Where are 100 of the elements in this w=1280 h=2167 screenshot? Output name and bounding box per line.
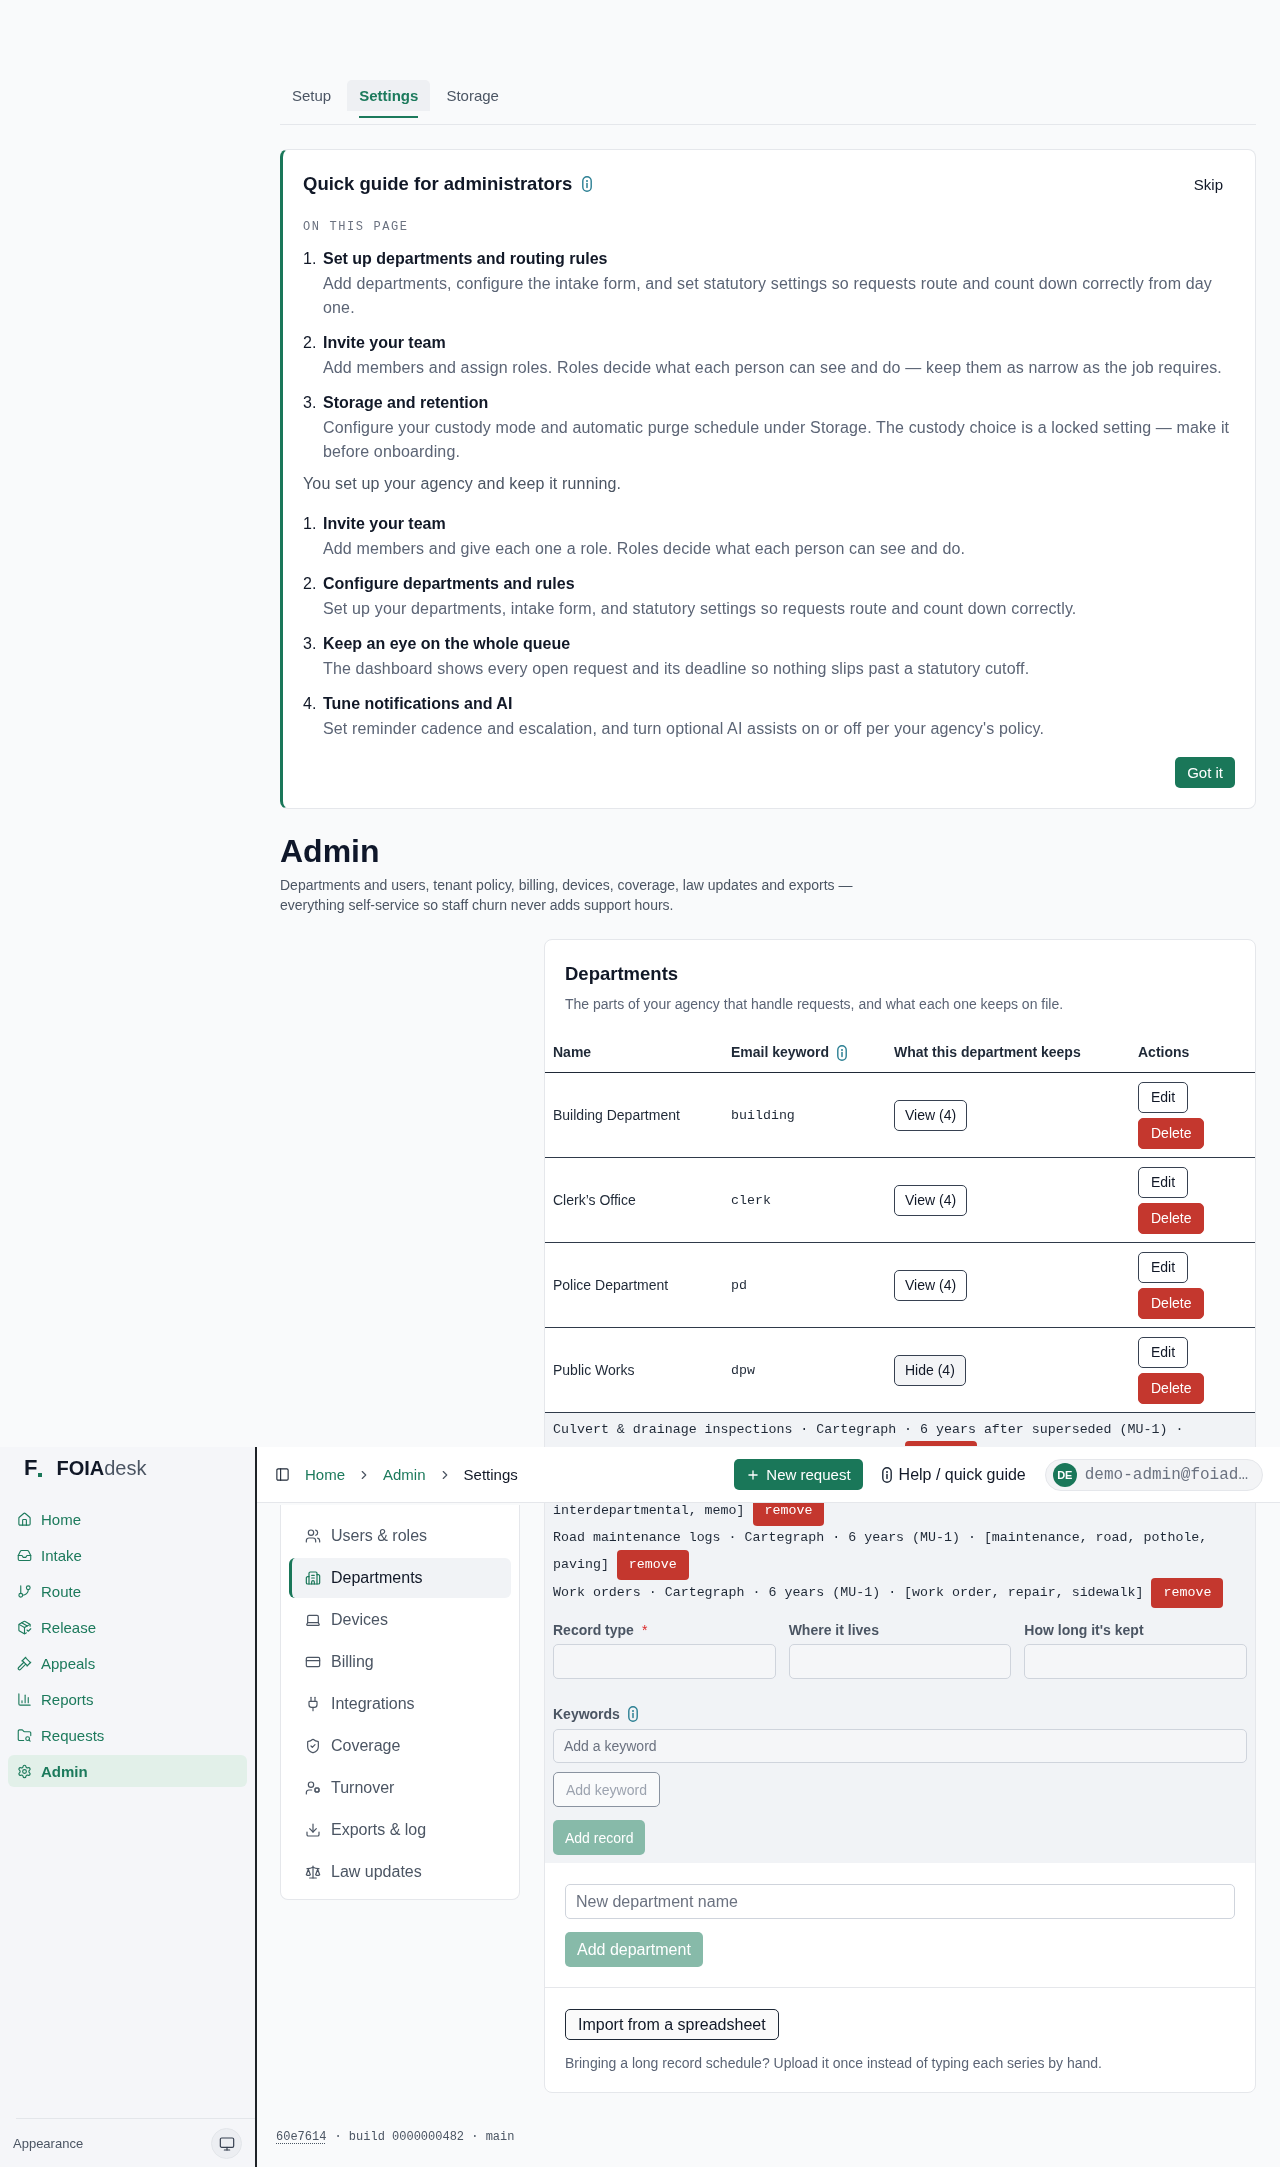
delete-button[interactable]: Delete <box>1138 1372 1205 1404</box>
sidebar-nav-item[interactable]: Requests <box>8 1719 247 1751</box>
records-toggle-button[interactable]: View (4) <box>894 1269 968 1301</box>
records-toggle-button[interactable]: Hide (4) <box>894 1354 966 1386</box>
sidebar-nav-item[interactable]: Admin <box>8 1755 247 1787</box>
user-avatar: DE <box>1052 1462 1077 1487</box>
settings-nav-item[interactable]: Departments <box>289 1558 511 1598</box>
settings-nav-item[interactable]: Coverage <box>289 1726 511 1766</box>
delete-button[interactable]: Delete <box>1138 1287 1205 1319</box>
info-icon <box>881 1466 892 1483</box>
step-description: Set up your departments, intake form, and statutory settings so requests route and count down correctly. <box>323 599 1078 619</box>
sidebar-nav-item[interactable]: Release <box>8 1611 247 1643</box>
breadcrumb-link[interactable]: Home <box>305 1466 345 1483</box>
input-field[interactable] <box>1024 1644 1247 1679</box>
skip-button[interactable]: Skip <box>1181 171 1235 197</box>
settings-nav-item[interactable]: Devices <box>289 1600 511 1640</box>
page-description: Departments and users, tenant policy, billing, devices, coverage, law updates and exports — everything self-service so staff churn never adds support hours. <box>280 876 854 915</box>
box-check-icon <box>17 1619 32 1635</box>
brand-mark: F <box>24 1457 43 1479</box>
sidebar-nav-item[interactable]: Intake <box>8 1539 247 1571</box>
settings-nav-item[interactable]: Billing <box>289 1642 511 1682</box>
input-field[interactable] <box>553 1644 776 1679</box>
step-title: Tune notifications and AI <box>323 694 514 714</box>
delete-button[interactable]: Delete <box>1138 1202 1205 1234</box>
department-name: Police Department <box>552 1277 670 1293</box>
import-button[interactable]: Import from a spreadsheet <box>565 2009 779 2040</box>
guide-title: Quick guide for administrators <box>303 172 573 196</box>
commit-link[interactable]: 60e7614 <box>276 2129 327 2145</box>
edit-button[interactable]: Edit <box>1138 1081 1189 1113</box>
tab[interactable]: Settings <box>347 80 431 118</box>
info-icon <box>627 1706 638 1722</box>
settings-nav-item[interactable]: Exports & log <box>289 1810 511 1850</box>
theme-button[interactable] <box>211 2128 242 2159</box>
bar-chart-icon <box>17 1691 32 1707</box>
required-mark: * <box>641 1621 648 1640</box>
step-description: Add members and give each one a role. Roles decide what each person can see and do. <box>323 539 967 559</box>
record-text: paving] <box>553 1557 609 1573</box>
card-title: Departments <box>565 962 680 986</box>
record-text: interdepartmental, memo] <box>553 1503 745 1519</box>
sidebar-toggle-button[interactable] <box>275 1467 290 1482</box>
field-label: Keywords <box>553 1705 620 1724</box>
gavel-icon <box>17 1655 32 1671</box>
tab[interactable]: Storage <box>434 80 511 118</box>
brand-name: FOIAdesk <box>56 1456 147 1480</box>
step-number: 4. <box>303 694 318 714</box>
department-name: Public Works <box>552 1362 636 1378</box>
step-number: 1. <box>303 514 318 534</box>
settings-nav-item[interactable]: Turnover <box>289 1768 511 1808</box>
sidebar-nav-item[interactable]: Appeals <box>8 1647 247 1679</box>
user-email: demo-admin@foiad… <box>1084 1465 1248 1484</box>
email-keyword: dpw <box>730 1362 756 1378</box>
remove-button[interactable]: remove <box>752 1501 825 1526</box>
step-description: The dashboard shows every open request and its deadline so nothing slips past a statutory cutoff. <box>323 659 1031 679</box>
remove-button[interactable]: remove <box>1151 1578 1224 1608</box>
department-name-input[interactable]: New department name <box>565 1884 1235 1919</box>
input-field[interactable] <box>788 1644 1012 1679</box>
new-request-button[interactable]: New request <box>734 1459 863 1490</box>
settings-nav-item[interactable]: Law updates <box>289 1852 511 1892</box>
field-label: Where it lives <box>788 1621 879 1640</box>
building-icon <box>305 1570 321 1586</box>
records-toggle-button[interactable]: View (4) <box>894 1099 968 1131</box>
appearance-label: Appearance <box>13 2136 84 2151</box>
delete-button[interactable]: Delete <box>1138 1117 1205 1149</box>
download-icon <box>305 1822 321 1838</box>
home-icon <box>17 1511 32 1527</box>
shield-check-icon <box>305 1738 321 1754</box>
step-title: Keep an eye on the whole queue <box>323 634 572 654</box>
remove-button[interactable]: remove <box>616 1550 689 1580</box>
field-label: How long it's kept <box>1024 1621 1144 1640</box>
email-keyword: clerk <box>730 1192 772 1208</box>
step-number: 2. <box>303 574 318 594</box>
user-gear-icon <box>305 1780 321 1796</box>
sidebar-nav-item[interactable]: Home <box>8 1503 247 1535</box>
keyword-input[interactable]: Add a keyword <box>553 1729 1247 1763</box>
got-it-button[interactable]: Got it <box>1175 757 1235 788</box>
scale-icon <box>305 1864 321 1880</box>
step-description: Configure your custody mode and automatic purge schedule under Storage. The custody choice is a locked setting — make it before onboarding. <box>323 418 1231 462</box>
department-name: Building Department <box>552 1107 681 1123</box>
edit-button[interactable]: Edit <box>1138 1251 1189 1283</box>
plug-icon <box>305 1696 321 1712</box>
help-button[interactable]: Help / quick guide <box>879 1465 1028 1484</box>
breadcrumb-link[interactable]: Admin <box>383 1466 426 1483</box>
sidebar-nav-item[interactable]: Reports <box>8 1683 247 1715</box>
step-title: Storage and retention <box>323 393 490 413</box>
step-title: Set up departments and routing rules <box>323 249 609 269</box>
user-menu-button[interactable]: DE demo-admin@foiad… <box>1044 1458 1263 1491</box>
department-name: Clerk’s Office <box>552 1192 637 1208</box>
step-number: 3. <box>303 393 318 413</box>
records-toggle-button[interactable]: View (4) <box>894 1184 968 1216</box>
field-label: Record type <box>553 1621 634 1640</box>
edit-button[interactable]: Edit <box>1138 1336 1189 1368</box>
sidebar-nav-item[interactable]: Route <box>8 1575 247 1607</box>
card-subtitle: The parts of your agency that handle requests, and what each one keeps on file. <box>565 995 1065 1014</box>
edit-button[interactable]: Edit <box>1138 1166 1189 1198</box>
credit-card-icon <box>305 1654 321 1670</box>
settings-nav-item[interactable]: Users & roles <box>289 1516 511 1556</box>
settings-nav-item[interactable]: Integrations <box>289 1684 511 1724</box>
info-icon <box>582 176 593 192</box>
remove-button-edge[interactable] <box>905 1441 977 1446</box>
tab[interactable]: Setup <box>280 80 344 118</box>
